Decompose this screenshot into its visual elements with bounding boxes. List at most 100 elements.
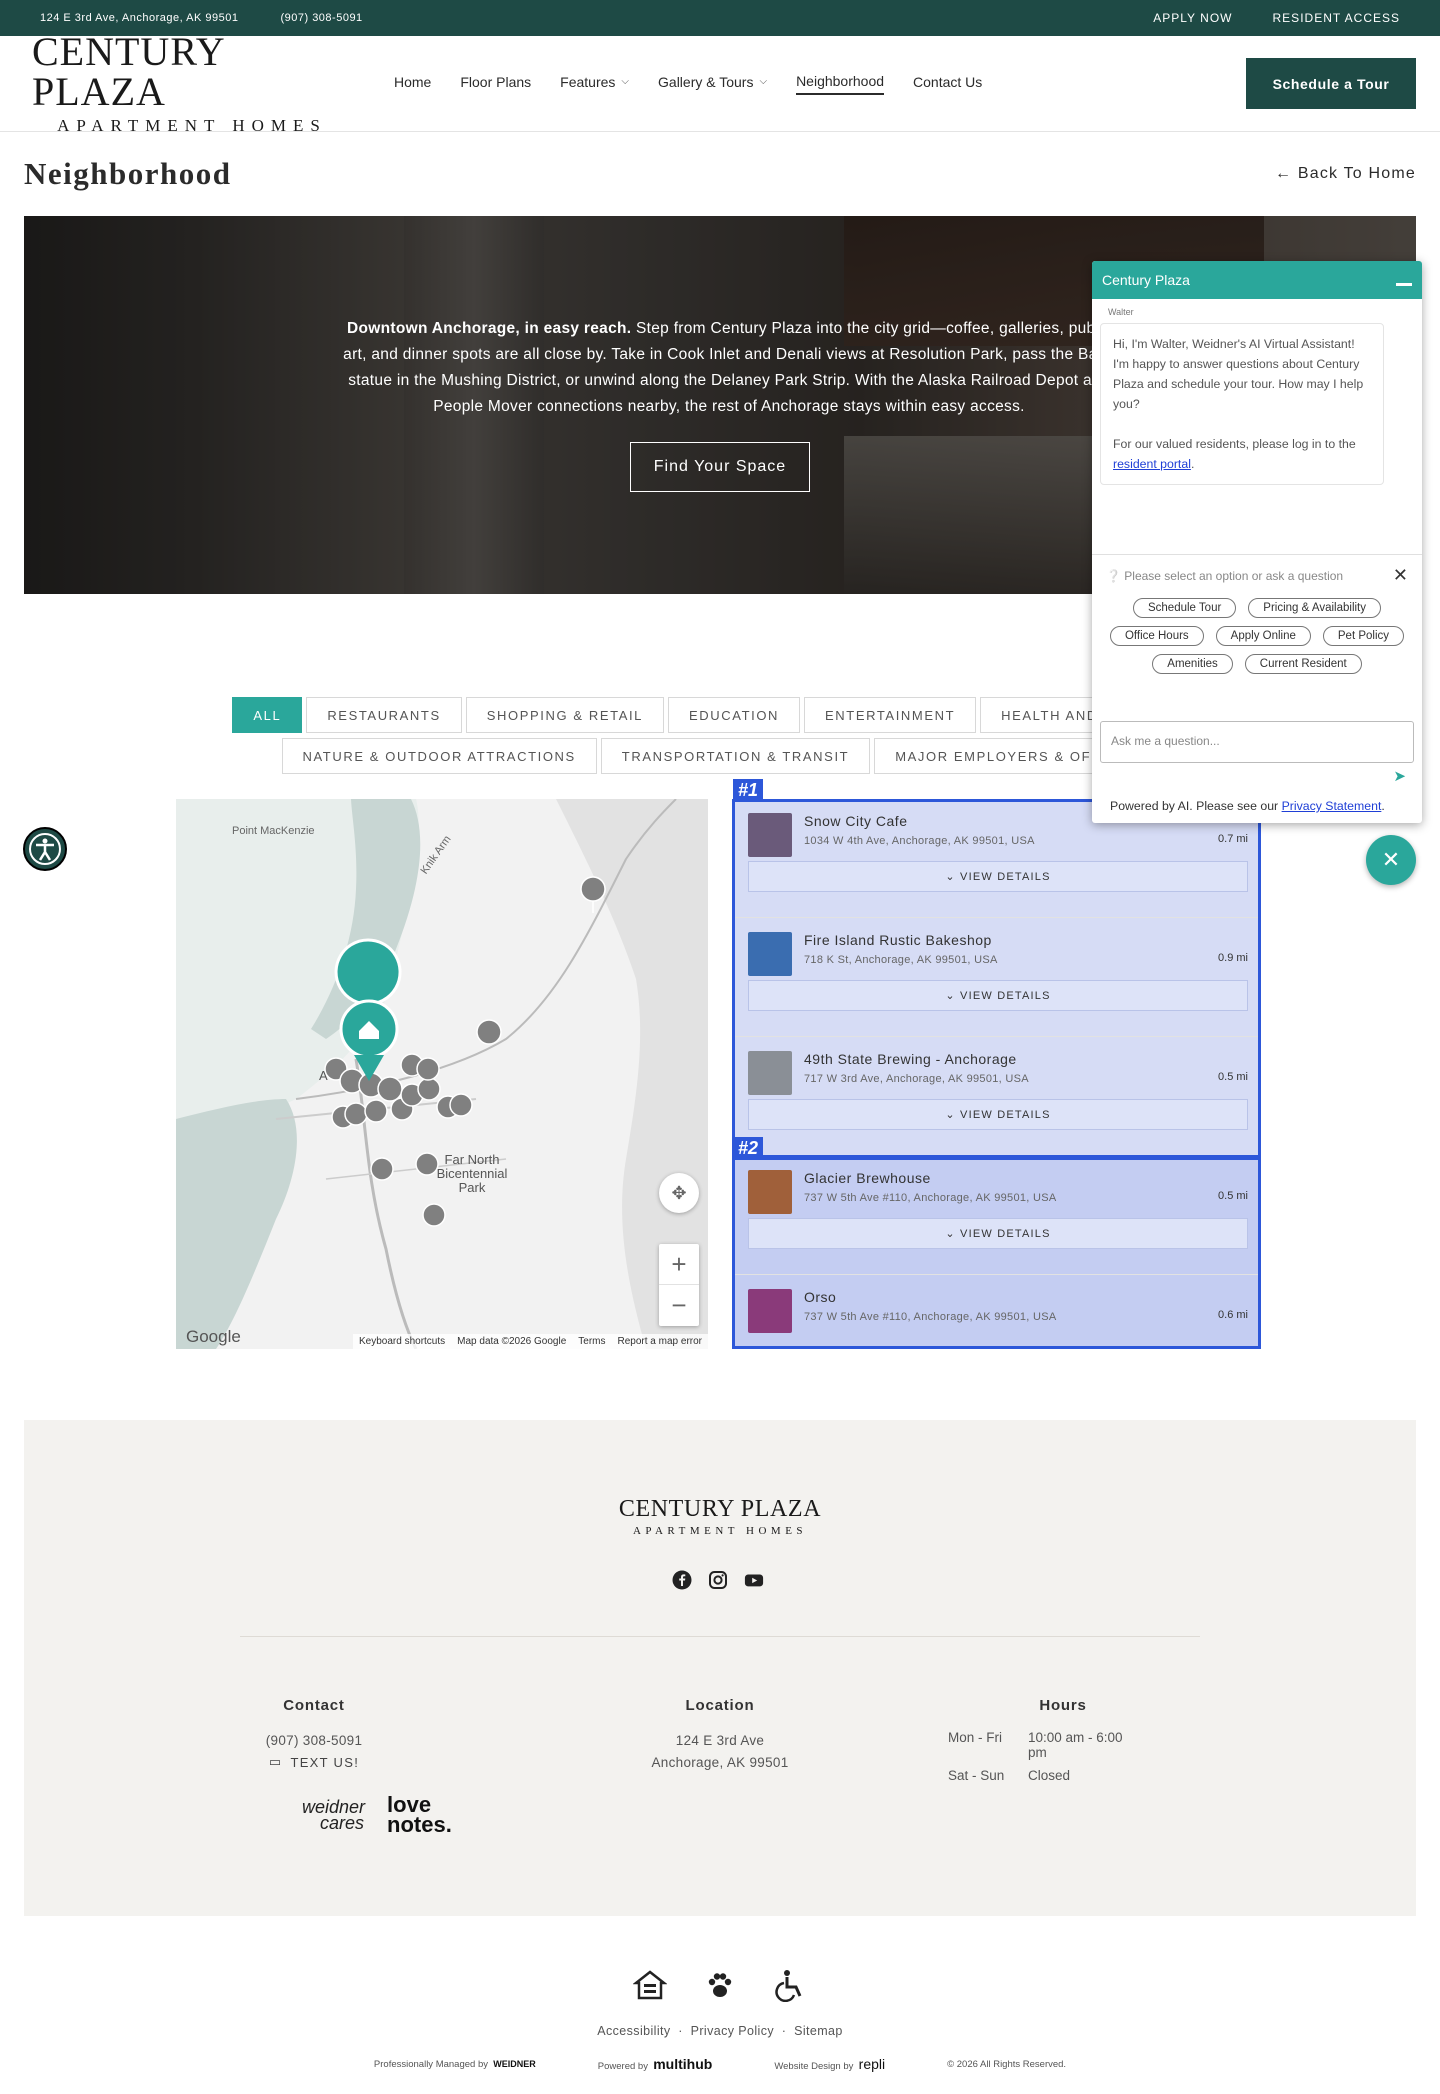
resident-access-link[interactable]: RESIDENT ACCESS [1273, 11, 1400, 25]
find-your-space-button[interactable]: Find Your Space [630, 442, 810, 492]
chevron-down-icon: ⌵ [621, 76, 630, 87]
place-address: 737 W 5th Ave #110, Anchorage, AK 99501,… [804, 1311, 1057, 1323]
map-label-far-north-park: Far North Bicentennial Park [436, 1152, 508, 1195]
report-map-error-link[interactable]: Report a map error [618, 1336, 702, 1347]
places-list: Snow City Cafe 1034 W 4th Ave, Anchorage,… [734, 799, 1260, 1349]
filter-shopping-retail[interactable]: SHOPPING & RETAIL [465, 697, 665, 733]
privacy-statement-link[interactable]: Privacy Statement [1282, 799, 1382, 813]
chat-quick-options: Schedule Tour Pricing & Availability Off… [1092, 586, 1422, 674]
filter-all[interactable]: ALL [232, 697, 303, 733]
neighborhood-map[interactable]: Point MacKenzie Knik Arm Far North Bicen… [176, 799, 708, 1349]
nav-home[interactable]: Home [394, 73, 431, 95]
location-line-2[interactable]: Anchorage, AK 99501 [620, 1752, 820, 1774]
nav-floor-plans[interactable]: Floor Plans [460, 73, 531, 95]
weidner-cares-logo[interactable]: weidner cares [302, 1798, 365, 1832]
place-distance: 0.9 mi [1218, 952, 1248, 964]
place-item[interactable]: 49th State Brewing - Anchorage 717 W 3rd … [734, 1037, 1260, 1156]
website-design-credit[interactable]: Website Design by repli [774, 2056, 885, 2072]
website-design-text: Website Design by [774, 2061, 854, 2072]
map-attribution: Keyboard shortcuts Map data ©2026 Google… [352, 1334, 708, 1349]
logo-line-1: CENTURY PLAZA [32, 28, 225, 114]
send-icon[interactable]: ➤ [1393, 767, 1406, 785]
text-us-label: TEXT US! [290, 1754, 360, 1770]
option-pet-policy[interactable]: Pet Policy [1322, 626, 1405, 646]
filter-transportation-transit[interactable]: TRANSPORTATION & TRANSIT [600, 738, 871, 774]
chevron-down-icon: ⌵ [759, 76, 768, 87]
map-pan-control[interactable]: ✥ [659, 1173, 699, 1213]
option-amenities[interactable]: Amenities [1152, 654, 1233, 674]
close-icon[interactable]: ✕ [1393, 565, 1408, 586]
filter-entertainment[interactable]: ENTERTAINMENT [804, 697, 977, 733]
view-details-label: VIEW DETAILS [960, 1108, 1051, 1121]
keyboard-shortcuts-link[interactable]: Keyboard shortcuts [359, 1336, 445, 1347]
view-details-button[interactable]: ⌄ VIEW DETAILS [748, 980, 1248, 1011]
site-logo[interactable]: CENTURY PLAZA APARTMENT HOMES [32, 28, 352, 136]
facebook-icon[interactable] [672, 1570, 692, 1590]
apply-now-link[interactable]: APPLY NOW [1153, 11, 1232, 25]
schedule-tour-button[interactable]: Schedule a Tour [1246, 58, 1416, 109]
privacy-policy-link[interactable]: Privacy Policy [691, 2024, 774, 2038]
place-item[interactable]: Orso 737 W 5th Ave #110, Anchorage, AK 99… [734, 1275, 1260, 1349]
nav-neighborhood[interactable]: Neighborhood [796, 73, 885, 95]
chat-prompt-text: Please select an option or ask a questio… [1124, 568, 1344, 583]
place-item[interactable]: Glacier Brewhouse 737 W 5th Ave #110, Anc… [734, 1156, 1260, 1275]
text-us-link[interactable]: ▭ TEXT US! [224, 1754, 404, 1770]
accessibility-link[interactable]: Accessibility [597, 2024, 670, 2038]
location-line-1[interactable]: 124 E 3rd Ave [620, 1730, 820, 1752]
place-name: Orso [804, 1289, 837, 1305]
view-details-button[interactable]: ⌄ VIEW DETAILS [748, 861, 1248, 892]
pan-icon: ✥ [671, 1182, 687, 1203]
youtube-icon[interactable] [744, 1570, 764, 1590]
option-office-hours[interactable]: Office Hours [1109, 626, 1204, 646]
minimize-icon[interactable] [1396, 282, 1412, 286]
chat-message: Hi, I'm Walter, Weidner's AI Virtual Ass… [1100, 323, 1384, 485]
view-details-button[interactable]: ⌄ VIEW DETAILS [748, 1099, 1248, 1130]
place-thumbnail [748, 813, 792, 857]
map-terms-link[interactable]: Terms [578, 1336, 605, 1347]
zoom-out-button[interactable]: − [659, 1285, 699, 1326]
page-title: Neighborhood [24, 156, 232, 191]
filter-nature-outdoor[interactable]: NATURE & OUTDOOR ATTRACTIONS [281, 738, 597, 774]
accessibility-button[interactable] [23, 827, 67, 871]
place-item[interactable]: Fire Island Rustic Bakeshop 718 K St, Anc… [734, 918, 1260, 1037]
nav-contact-us[interactable]: Contact Us [913, 73, 982, 95]
bottom-bar: Accessibility · Privacy Policy · Sitemap… [0, 1968, 1440, 2072]
map-canvas [176, 799, 708, 1349]
option-schedule-tour[interactable]: Schedule Tour [1132, 598, 1237, 618]
resident-portal-link[interactable]: resident portal [1113, 457, 1191, 471]
managed-by-credit[interactable]: Professionally Managed by WEIDNER [374, 2059, 536, 2070]
love-notes-line-2: notes. [387, 1812, 452, 1837]
love-notes-logo[interactable]: love notes. [387, 1794, 452, 1837]
hours-days: Mon - Fri [948, 1730, 1002, 1745]
view-details-button[interactable]: ⌄ VIEW DETAILS [748, 1218, 1248, 1249]
nav-gallery-tours[interactable]: Gallery & Tours ⌵ [658, 73, 767, 95]
address-link[interactable]: 124 E 3rd Ave, Anchorage, AK 99501 [40, 12, 238, 24]
repli-logo: repli [858, 2056, 886, 2072]
map-label-point-mackenzie: Point MacKenzie [232, 825, 315, 837]
hours-time: 10:00 am - 6:00 pm [1028, 1730, 1123, 1760]
compliance-icons [0, 1968, 1440, 2002]
sitemap-link[interactable]: Sitemap [794, 2024, 843, 2038]
legal-links: Accessibility · Privacy Policy · Sitemap [597, 2024, 843, 2038]
chat-resident-end: . [1190, 457, 1195, 471]
footer-phone-link[interactable]: (907) 308-5091 [224, 1730, 404, 1752]
instagram-icon[interactable] [708, 1570, 728, 1590]
help-icon: ❔ [1106, 568, 1125, 583]
place-thumbnail [748, 1051, 792, 1095]
chat-close-button[interactable]: ✕ [1366, 835, 1416, 885]
filter-education[interactable]: EDUCATION [668, 697, 801, 733]
nav-features[interactable]: Features ⌵ [560, 73, 629, 95]
option-apply-online[interactable]: Apply Online [1215, 626, 1311, 646]
option-current-resident[interactable]: Current Resident [1244, 654, 1362, 674]
option-pricing-availability[interactable]: Pricing & Availability [1248, 598, 1381, 618]
filter-restaurants[interactable]: RESTAURANTS [306, 697, 462, 733]
place-address: 737 W 5th Ave #110, Anchorage, AK 99501,… [804, 1192, 1057, 1204]
footer-logo[interactable]: CENTURY PLAZA APARTMENT HOMES [24, 1496, 1416, 1537]
phone-link[interactable]: (907) 308-5091 [280, 12, 362, 24]
back-to-home-link[interactable]: ← Back To Home [1275, 165, 1416, 183]
place-distance: 0.7 mi [1218, 833, 1248, 845]
zoom-in-button[interactable]: + [659, 1244, 699, 1285]
chat-title: Century Plaza [1102, 272, 1190, 288]
powered-by-credit[interactable]: Powered by multihub [598, 2056, 713, 2072]
chat-input[interactable]: Ask me a question... [1100, 721, 1414, 763]
